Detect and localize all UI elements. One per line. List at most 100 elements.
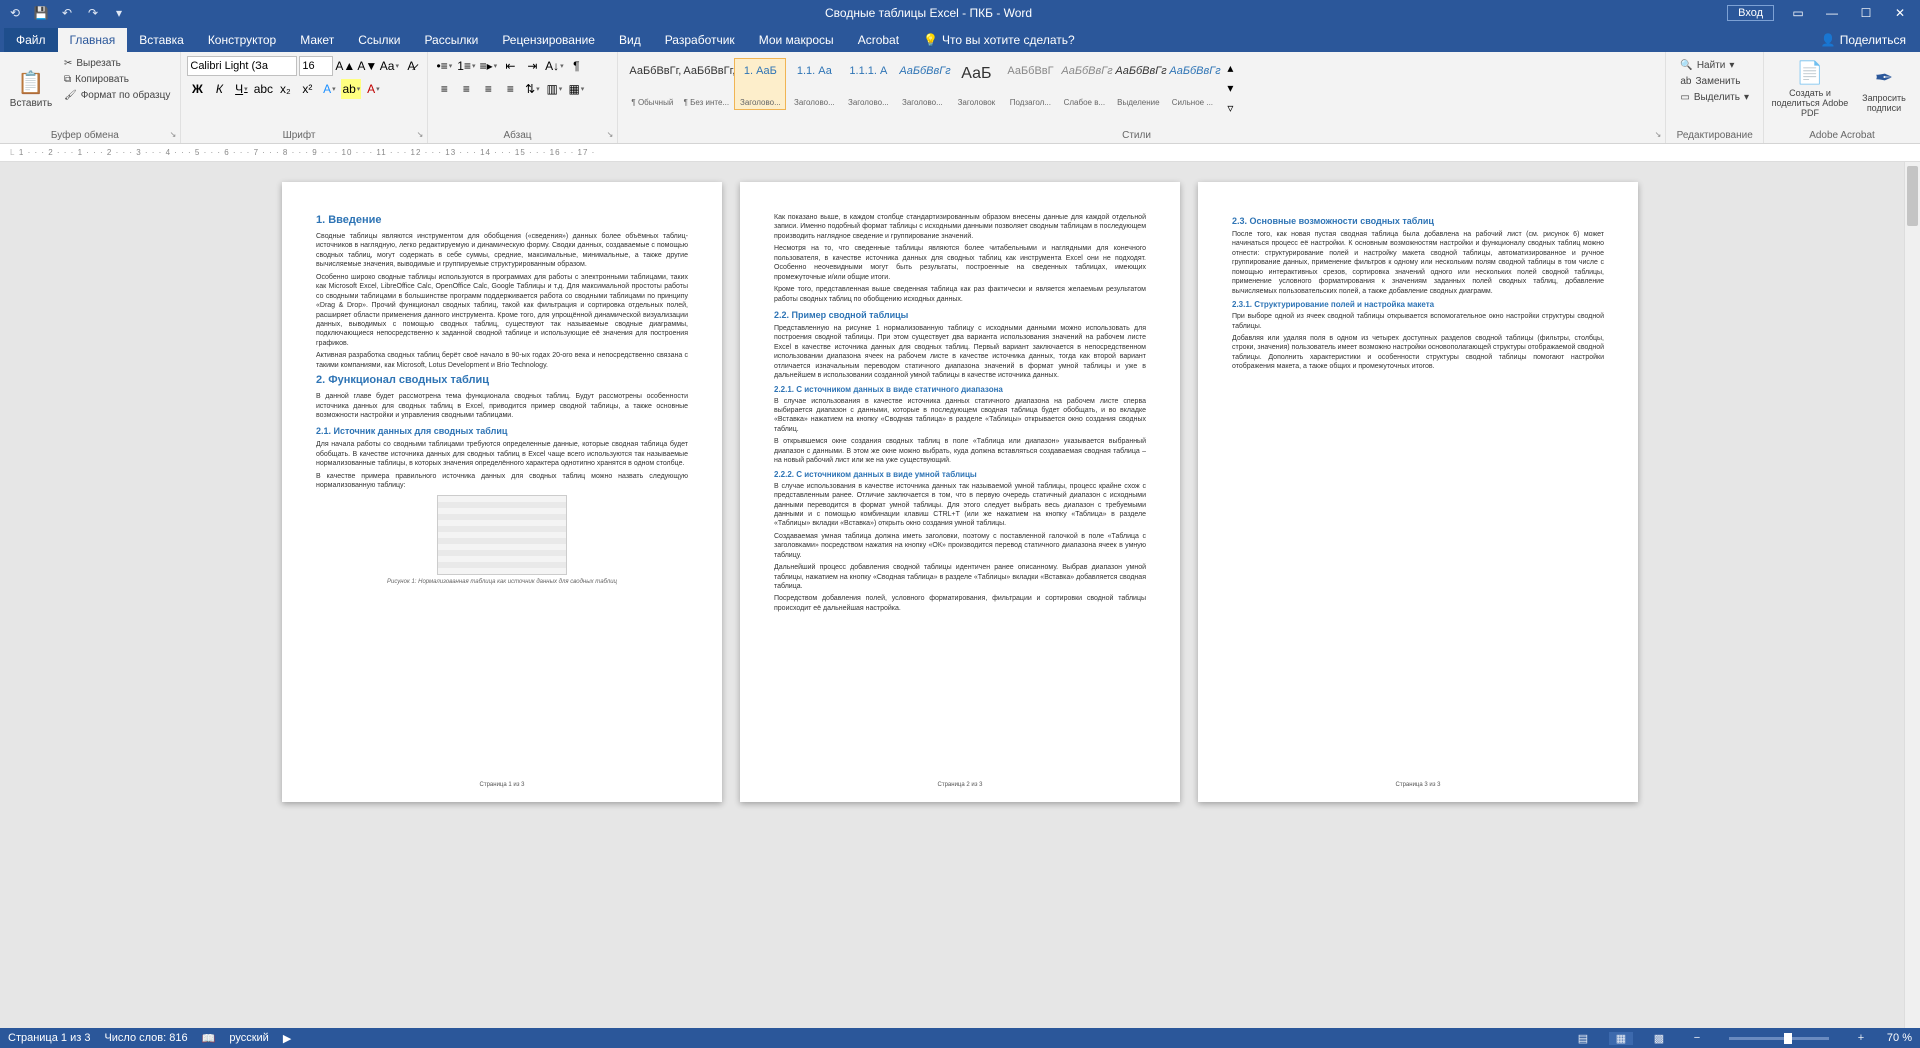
- status-language[interactable]: русский: [229, 1032, 268, 1044]
- align-right-button[interactable]: ≡: [478, 79, 498, 99]
- tab-insert[interactable]: Вставка: [127, 28, 196, 52]
- italic-button[interactable]: К: [209, 79, 229, 99]
- tab-my-macros[interactable]: Мои макросы: [747, 28, 846, 52]
- grow-font-button[interactable]: A▲: [335, 56, 355, 76]
- autosave-icon[interactable]: ⟲: [4, 2, 26, 24]
- tab-references[interactable]: Ссылки: [346, 28, 412, 52]
- paragraph-launcher-icon[interactable]: ↘: [607, 130, 614, 139]
- maximize-button[interactable]: ☐: [1850, 1, 1882, 25]
- copy-button[interactable]: ⧉Копировать: [60, 72, 174, 87]
- status-word-count[interactable]: Число слов: 816: [104, 1032, 187, 1044]
- tab-acrobat[interactable]: Acrobat: [846, 28, 911, 52]
- bold-button[interactable]: Ж: [187, 79, 207, 99]
- styles-expand[interactable]: ▿: [1220, 98, 1240, 118]
- zoom-level[interactable]: 70 %: [1887, 1032, 1912, 1044]
- ribbon-options-icon[interactable]: ▭: [1782, 1, 1814, 25]
- style-title[interactable]: АаБЗаголовок: [950, 58, 1002, 110]
- borders-button[interactable]: ▦: [566, 79, 586, 99]
- styles-scroll-up[interactable]: ▴: [1220, 58, 1240, 78]
- subscript-button[interactable]: x₂: [275, 79, 295, 99]
- show-marks-button[interactable]: ¶: [566, 56, 586, 76]
- clear-formatting-button[interactable]: A̷: [401, 56, 421, 76]
- justify-button[interactable]: ≡: [500, 79, 520, 99]
- document-area[interactable]: 1. Введение Сводные таблицы являются инс…: [0, 162, 1920, 1028]
- undo-icon[interactable]: ↶: [56, 2, 78, 24]
- horizontal-ruler[interactable]: L 1 · · · 2 · · · 1 · · · 2 · · · 3 · · …: [0, 144, 1920, 162]
- page-2: Как показано выше, в каждом столбце стан…: [740, 182, 1180, 802]
- shrink-font-button[interactable]: A▼: [357, 56, 377, 76]
- style-heading1[interactable]: 1. АаБЗаголово...: [734, 58, 786, 110]
- style-subtle-emph[interactable]: АаБбВвГгСлабое в...: [1058, 58, 1110, 110]
- paste-button[interactable]: 📋 Вставить: [6, 56, 56, 122]
- clipboard-launcher-icon[interactable]: ↘: [170, 130, 177, 139]
- status-spellcheck-icon[interactable]: 📖: [202, 1032, 216, 1045]
- tab-file[interactable]: Файл: [4, 28, 58, 52]
- select-button[interactable]: ▭Выделить ▾: [1678, 90, 1751, 105]
- align-left-button[interactable]: ≡: [434, 79, 454, 99]
- tab-home[interactable]: Главная: [58, 28, 128, 52]
- replace-button[interactable]: abЗаменить: [1678, 74, 1751, 89]
- styles-scroll-down[interactable]: ▾: [1220, 78, 1240, 98]
- view-print-layout[interactable]: ▦: [1609, 1032, 1633, 1045]
- minimize-button[interactable]: —: [1816, 1, 1848, 25]
- style-intense[interactable]: АаБбВвГгСильное ...: [1166, 58, 1218, 110]
- style-heading4[interactable]: АаБбВвГгЗаголово...: [896, 58, 948, 110]
- increase-indent-button[interactable]: ⇥: [522, 56, 542, 76]
- status-macro-icon[interactable]: ▶: [283, 1032, 291, 1045]
- sign-in-button[interactable]: Вход: [1727, 5, 1774, 21]
- highlight-button[interactable]: ab: [341, 79, 361, 99]
- find-button[interactable]: 🔍Найти ▾: [1678, 58, 1751, 73]
- tab-layout[interactable]: Макет: [288, 28, 346, 52]
- style-no-spacing[interactable]: АаБбВвГг,¶ Без инте...: [680, 58, 732, 110]
- style-heading2[interactable]: 1.1. АаЗаголово...: [788, 58, 840, 110]
- underline-button[interactable]: Ч: [231, 79, 251, 99]
- styles-launcher-icon[interactable]: ↘: [1655, 130, 1662, 139]
- status-page[interactable]: Страница 1 из 3: [8, 1032, 90, 1044]
- font-name-input[interactable]: [187, 56, 297, 76]
- zoom-out-button[interactable]: −: [1685, 1032, 1709, 1044]
- style-normal[interactable]: АаБбВвГг,¶ Обычный: [626, 58, 678, 110]
- scrollbar-thumb[interactable]: [1907, 166, 1918, 226]
- font-color-button[interactable]: A: [363, 79, 383, 99]
- scissors-icon: ✂: [64, 58, 72, 69]
- style-heading3[interactable]: 1.1.1. АЗаголово...: [842, 58, 894, 110]
- superscript-button[interactable]: x²: [297, 79, 317, 99]
- text-effects-button[interactable]: A: [319, 79, 339, 99]
- tab-mailings[interactable]: Рассылки: [412, 28, 490, 52]
- share-button[interactable]: 👤Поделиться: [1811, 28, 1916, 52]
- numbering-button[interactable]: 1≡: [456, 56, 476, 76]
- font-launcher-icon[interactable]: ↘: [417, 130, 424, 139]
- tab-review[interactable]: Рецензирование: [490, 28, 607, 52]
- tab-view[interactable]: Вид: [607, 28, 653, 52]
- qat-customize-icon[interactable]: ▾: [108, 2, 130, 24]
- tell-me[interactable]: 💡Что вы хотите сделать?: [911, 28, 1087, 52]
- bullets-button[interactable]: •≡: [434, 56, 454, 76]
- save-icon[interactable]: 💾: [30, 2, 52, 24]
- create-pdf-button[interactable]: 📄 Создать и поделиться Adobe PDF: [1770, 56, 1850, 122]
- multilevel-button[interactable]: ≡▸: [478, 56, 498, 76]
- zoom-in-button[interactable]: +: [1849, 1032, 1873, 1044]
- vertical-scrollbar[interactable]: [1904, 162, 1920, 1028]
- view-read-mode[interactable]: ▤: [1571, 1032, 1595, 1045]
- redo-icon[interactable]: ↷: [82, 2, 104, 24]
- decrease-indent-button[interactable]: ⇤: [500, 56, 520, 76]
- format-painter-button[interactable]: 🖌Формат по образцу: [60, 88, 174, 103]
- tab-design[interactable]: Конструктор: [196, 28, 288, 52]
- style-emphasis[interactable]: АаБбВвГгВыделение: [1112, 58, 1164, 110]
- strikethrough-button[interactable]: abc: [253, 79, 273, 99]
- zoom-slider[interactable]: [1729, 1037, 1829, 1040]
- request-signatures-button[interactable]: ✒ Запросить подписи: [1854, 56, 1914, 122]
- line-spacing-button[interactable]: ⇅: [522, 79, 542, 99]
- zoom-thumb[interactable]: [1784, 1033, 1792, 1044]
- change-case-button[interactable]: Aa: [379, 56, 399, 76]
- cut-button[interactable]: ✂Вырезать: [60, 56, 174, 71]
- view-web-layout[interactable]: ▩: [1647, 1032, 1671, 1045]
- font-size-input[interactable]: [299, 56, 333, 76]
- tab-developer[interactable]: Разработчик: [653, 28, 747, 52]
- styles-gallery[interactable]: АаБбВвГг,¶ Обычный АаБбВвГг,¶ Без инте..…: [624, 56, 1242, 120]
- shading-button[interactable]: ▥: [544, 79, 564, 99]
- sort-button[interactable]: A↓: [544, 56, 564, 76]
- close-button[interactable]: ✕: [1884, 1, 1916, 25]
- style-subtitle[interactable]: АаБбВвГПодзагол...: [1004, 58, 1056, 110]
- align-center-button[interactable]: ≡: [456, 79, 476, 99]
